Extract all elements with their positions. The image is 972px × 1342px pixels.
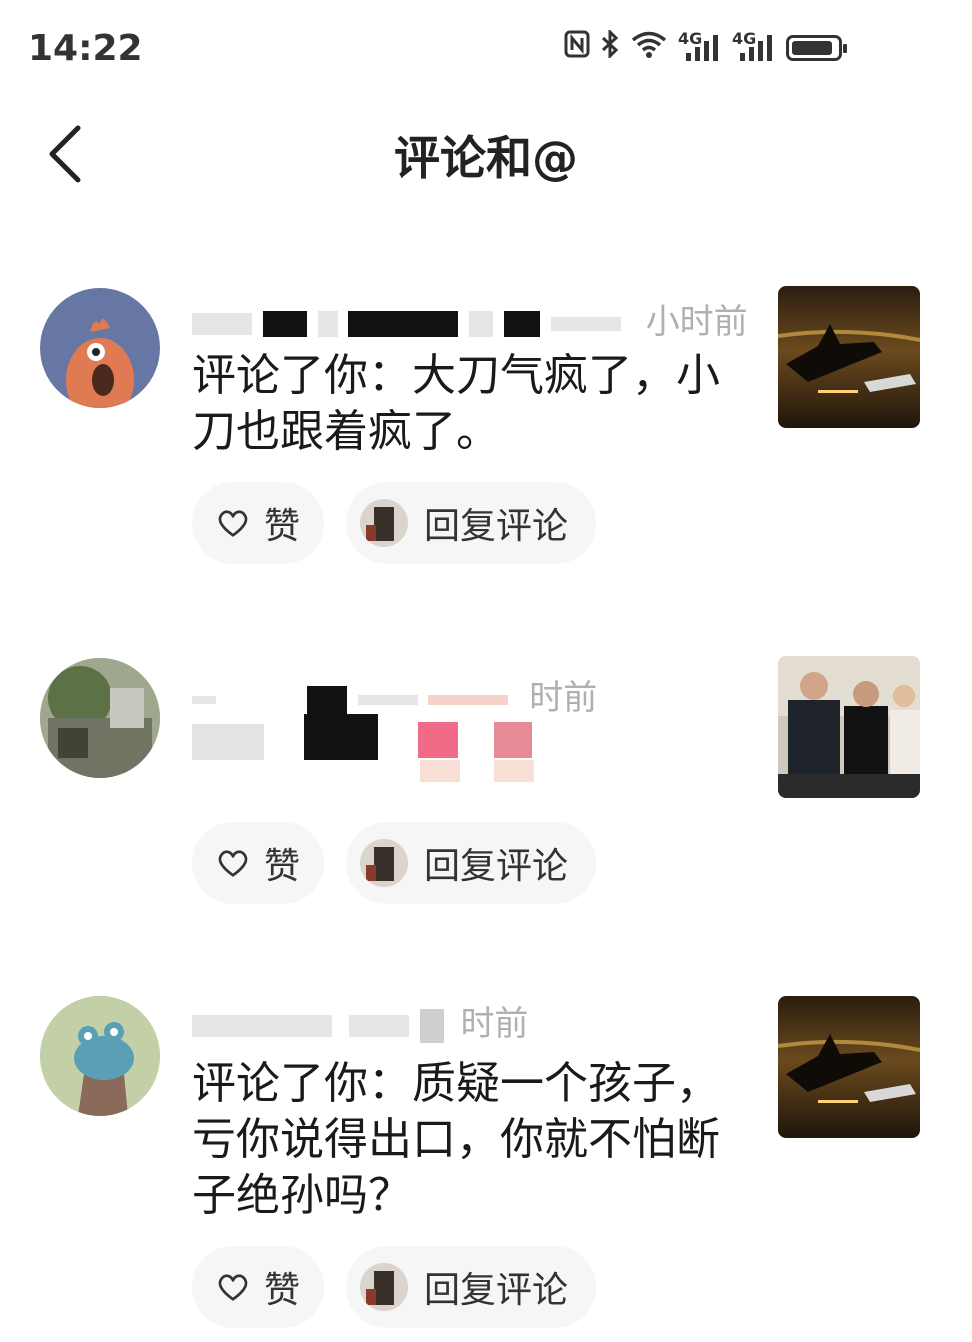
status-bar: 14:22 4G 4G — [0, 0, 972, 100]
comment-time: 时前 — [529, 678, 598, 718]
comment-item: 时前 评论了你：质疑一个孩子，亏你说得出口，你就不怕断子绝孙吗？ 赞 回复评论 — [0, 994, 972, 1340]
comment-text[interactable]: 评论了你：质疑一个孩子，亏你说得出口，你就不怕断子绝孙吗？ — [192, 1056, 722, 1224]
my-avatar — [360, 1263, 408, 1311]
like-button[interactable]: 赞 — [192, 482, 324, 564]
redacted-content — [420, 760, 460, 782]
redacted-content — [494, 722, 532, 758]
redacted-username — [357, 694, 418, 705]
redacted-username — [348, 310, 459, 337]
like-label: 赞 — [263, 506, 300, 547]
redacted-username — [192, 1014, 332, 1037]
redacted-username — [348, 1014, 409, 1037]
redacted-username — [550, 316, 621, 331]
comment-item: 小时前 评论了你：大刀气疯了，小刀也跟着疯了。 赞 回复评论 — [0, 286, 972, 576]
comment-item: 时前 赞 回复评论 — [0, 656, 972, 916]
redacted-username — [192, 312, 252, 335]
post-thumbnail[interactable] — [778, 286, 920, 428]
redacted-username — [306, 685, 347, 714]
reply-label: 回复评论 — [424, 1270, 569, 1311]
reply-label: 回复评论 — [424, 846, 569, 887]
reply-label: 回复评论 — [424, 506, 569, 547]
comment-meta: 时前 — [192, 670, 597, 719]
heart-icon — [218, 1274, 248, 1301]
like-button[interactable]: 赞 — [192, 822, 324, 904]
battery-icon — [786, 34, 847, 61]
comment-meta: 小时前 — [192, 294, 748, 343]
redacted-content — [494, 760, 534, 782]
comment-time: 小时前 — [645, 302, 748, 342]
post-thumbnail[interactable] — [778, 996, 920, 1138]
avatar[interactable] — [40, 658, 160, 778]
comment-text[interactable]: 评论了你：大刀气疯了，小刀也跟着疯了。 — [192, 348, 732, 460]
redacted-content — [304, 714, 378, 760]
wifi-icon — [630, 30, 668, 65]
comment-actions: 赞 回复评论 — [192, 1246, 596, 1328]
redacted-username — [419, 1008, 444, 1043]
redacted-content — [192, 724, 264, 760]
bluetooth-icon — [600, 28, 620, 65]
redacted-username — [504, 310, 541, 337]
avatar[interactable] — [40, 288, 160, 408]
reply-comment-button[interactable]: 回复评论 — [346, 822, 596, 904]
heart-icon — [218, 850, 248, 877]
redacted-content — [418, 722, 458, 758]
signal-4g-icon: 4G — [678, 29, 722, 63]
redacted-username — [262, 310, 307, 337]
redacted-username — [192, 695, 216, 704]
heart-icon — [218, 510, 248, 537]
like-label: 赞 — [263, 1270, 300, 1311]
redacted-username — [428, 694, 509, 705]
status-icons: 4G 4G — [564, 28, 847, 65]
comment-actions: 赞 回复评论 — [192, 482, 596, 564]
reply-comment-button[interactable]: 回复评论 — [346, 1246, 596, 1328]
nfc-icon — [564, 30, 590, 65]
reply-comment-button[interactable]: 回复评论 — [346, 482, 596, 564]
comment-meta: 时前 — [192, 996, 528, 1045]
avatar[interactable] — [40, 996, 160, 1116]
like-button[interactable]: 赞 — [192, 1246, 324, 1328]
comment-time: 时前 — [460, 1004, 529, 1044]
page-title: 评论和@ — [394, 131, 578, 185]
like-label: 赞 — [263, 846, 300, 887]
my-avatar — [360, 499, 408, 547]
post-thumbnail[interactable] — [778, 656, 920, 798]
my-avatar — [360, 839, 408, 887]
header: 评论和@ — [0, 100, 972, 210]
redacted-username — [317, 310, 338, 337]
status-time: 14:22 — [28, 28, 143, 69]
signal-4g-icon: 4G — [732, 29, 776, 63]
redacted-username — [469, 310, 494, 337]
comment-actions: 赞 回复评论 — [192, 822, 596, 904]
